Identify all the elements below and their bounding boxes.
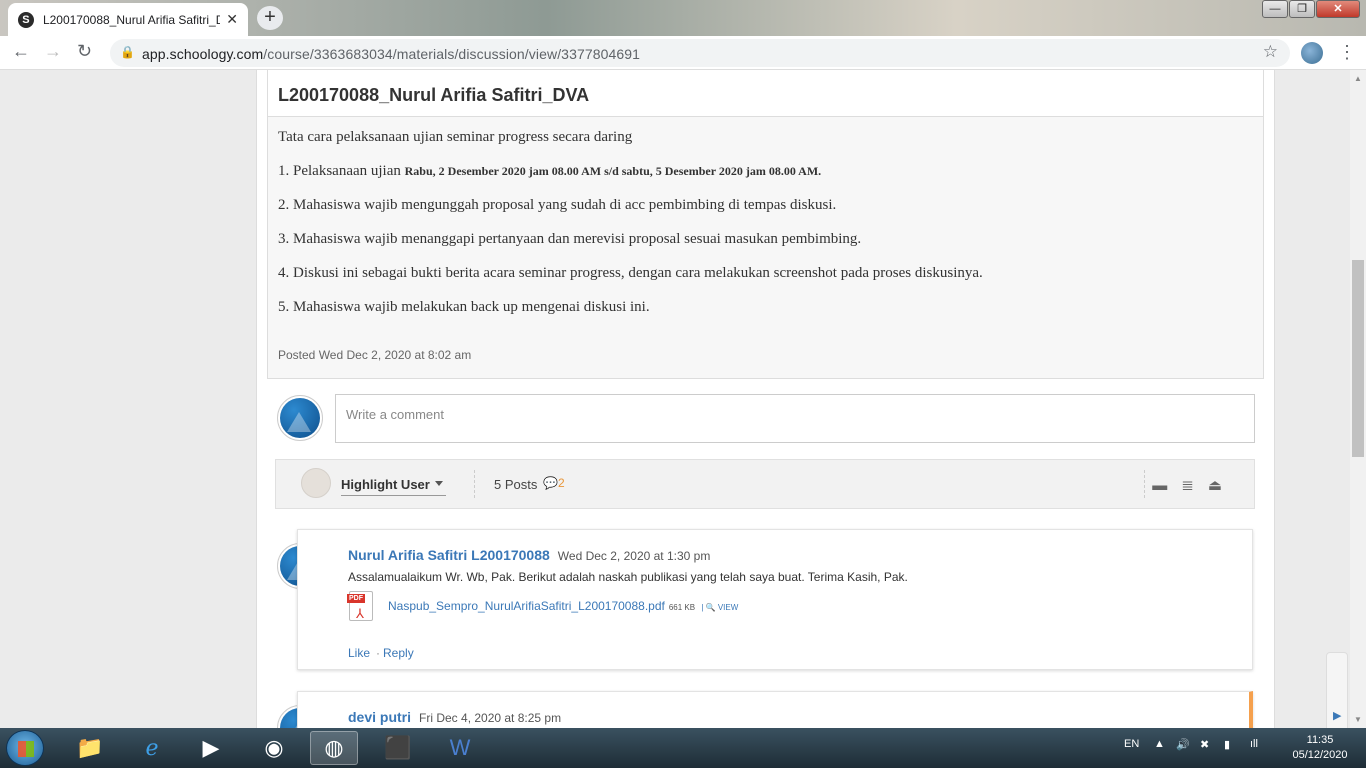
camera-app-icon[interactable]: ◉ (250, 731, 298, 765)
discussion-controls: Highlight User 5 Posts 💬2 ▬≣⏏ (275, 459, 1255, 509)
comment-input[interactable]: Write a comment (335, 394, 1255, 443)
schoology-favicon-icon: S (18, 11, 34, 28)
attachment[interactable]: Naspub_Sempro_NurulArifiaSafitri_L200170… (388, 599, 738, 613)
post-timestamp: Posted Wed Dec 2, 2020 at 8:02 am (278, 348, 472, 362)
tray-arrow-icon[interactable]: ▲ (1154, 738, 1165, 750)
comment-placeholder: Write a comment (346, 407, 445, 422)
media-player-icon[interactable]: ▶ (187, 731, 235, 765)
chevron-down-icon (435, 481, 443, 486)
reply-actions: Like · Reply (348, 646, 414, 660)
divider (1144, 470, 1145, 498)
collapse-all-icon: ⏏ (1207, 477, 1236, 494)
signal-icon[interactable]: ıll (1250, 738, 1258, 750)
post-item-1: 1. Pelaksanaan ujian Rabu, 2 Desember 20… (278, 163, 822, 179)
reload-icon[interactable]: ↻ (77, 41, 92, 62)
start-button[interactable] (6, 730, 44, 766)
power-icon[interactable]: ▮ (1224, 738, 1230, 751)
tab-title: L200170088_Nurul Arifia Safitri_DVA (42, 12, 221, 27)
scroll-up-icon[interactable]: ▲ (1354, 74, 1362, 83)
page-scrollbar[interactable]: ▲ ▼ (1350, 70, 1366, 728)
highlight-user-dropdown[interactable]: Highlight User (341, 477, 446, 496)
forward-arrow-icon[interactable]: → (44, 41, 62, 62)
pdf-file-icon: PDF ⅄ (347, 591, 373, 621)
reply-item: Nurul Arifia Safitri L200170088 Wed Dec 2… (297, 529, 1253, 670)
post-item-4: 4. Diskusi ini sebagai bukti berita acar… (278, 265, 983, 281)
post-item-5: 5. Mahasiswa wajib melakukan back up men… (278, 299, 650, 315)
reply-date: Wed Dec 2, 2020 at 1:30 pm (557, 549, 711, 563)
address-bar[interactable]: 🔒 app.schoology.com/course/3363683034/ma… (110, 39, 1290, 67)
like-link[interactable]: Like (348, 646, 370, 660)
tab-close-icon[interactable]: ✕ (226, 11, 238, 28)
attachment-size: 661 KB (668, 603, 696, 612)
attachment-link: Naspub_Sempro_NurulArifiaSafitri_L200170… (388, 599, 665, 613)
discussion-header: L200170088_Nurul Arifia Safitri_DVA (267, 70, 1264, 117)
chevron-right-icon: ▶ (1333, 710, 1342, 722)
maximize-button[interactable]: ❐ (1289, 0, 1315, 18)
divider (474, 470, 475, 498)
highlight-user-avatar (301, 468, 331, 498)
expanded-view-icon: ≣ (1181, 477, 1208, 494)
browser-tab[interactable]: S L200170088_Nurul Arifia Safitri_DVA ✕ (8, 3, 248, 36)
internet-explorer-icon[interactable]: ℯ (128, 731, 176, 765)
discussion-body: Tata cara pelaksanaan ujian seminar prog… (267, 117, 1264, 379)
back-arrow-icon[interactable]: ← (12, 41, 30, 62)
reply-author[interactable]: devi putri Fri Dec 4, 2020 at 8:25 pm (348, 709, 561, 725)
collapsed-view-icon: ▬ (1152, 477, 1182, 494)
post-item-2: 2. Mahasiswa wajib mengunggah proposal y… (278, 197, 837, 213)
scrollbar-thumb[interactable] (1352, 260, 1364, 457)
chrome-icon[interactable]: ◍ (310, 731, 358, 765)
browser-toolbar: ← → ↻ 🔒 app.schoology.com/course/3363683… (0, 36, 1366, 70)
word-icon[interactable]: W (436, 731, 484, 765)
browser-tabstrip: S L200170088_Nurul Arifia Safitri_DVA ✕ … (0, 0, 1366, 36)
side-panel-toggle[interactable]: ▶ (1326, 652, 1348, 728)
profile-avatar[interactable] (1301, 42, 1323, 64)
page-content: L200170088_Nurul Arifia Safitri_DVA Tata… (0, 70, 1350, 728)
reply-text: Assalamualaikum Wr. Wb, Pak. Berikut ada… (348, 570, 908, 584)
url-text: app.schoology.com/course/3363683034/mate… (142, 46, 641, 62)
attachment-view-link: | 🔍 VIEW (699, 603, 739, 612)
language-indicator[interactable]: EN (1124, 738, 1139, 750)
volume-icon[interactable]: 🔊 (1176, 738, 1190, 751)
acrobat-icon[interactable]: ⬛ (374, 731, 422, 765)
post-item-3: 3. Mahasiswa wajib menanggapi pertanyaan… (278, 231, 862, 247)
windows-taskbar: 📁 ℯ ▶ ◉ ◍ ⬛ W EN ▲ 🔊 ✖ ▮ ıll 11:35 05/12/… (0, 728, 1366, 768)
lock-icon: 🔒 (120, 45, 135, 59)
network-icon[interactable]: ✖ (1200, 738, 1209, 751)
discussion-card: L200170088_Nurul Arifia Safitri_DVA Tata… (256, 70, 1275, 728)
window-controls: — ❐ ✕ (1261, 0, 1360, 18)
bookmark-star-icon[interactable]: ☆ (1263, 42, 1278, 62)
reply-item: devi putri Fri Dec 4, 2020 at 8:25 pm (297, 691, 1253, 728)
posts-count: 5 Posts (494, 477, 538, 492)
view-mode-buttons[interactable]: ▬≣⏏ (1152, 476, 1236, 494)
reply-author[interactable]: Nurul Arifia Safitri L200170088 Wed Dec 2… (348, 547, 710, 563)
minimize-button[interactable]: — (1262, 0, 1288, 18)
scroll-down-icon[interactable]: ▼ (1354, 715, 1362, 724)
close-window-button[interactable]: ✕ (1316, 0, 1360, 18)
comments-count[interactable]: 💬2 (543, 476, 565, 490)
browser-menu-icon[interactable]: ⋮ (1338, 42, 1356, 63)
system-clock[interactable]: 11:35 05/12/2020 (1290, 733, 1350, 763)
post-intro: Tata cara pelaksanaan ujian seminar prog… (278, 129, 633, 145)
reply-link[interactable]: Reply (383, 646, 414, 660)
current-user-avatar (277, 395, 323, 441)
new-tab-button[interactable]: + (257, 6, 283, 30)
file-explorer-icon[interactable]: 📁 (66, 731, 114, 765)
reply-date: Fri Dec 4, 2020 at 8:25 pm (419, 711, 562, 725)
discussion-title: L200170088_Nurul Arifia Safitri_DVA (278, 85, 590, 105)
comment-bubble-icon: 💬 (543, 476, 558, 490)
